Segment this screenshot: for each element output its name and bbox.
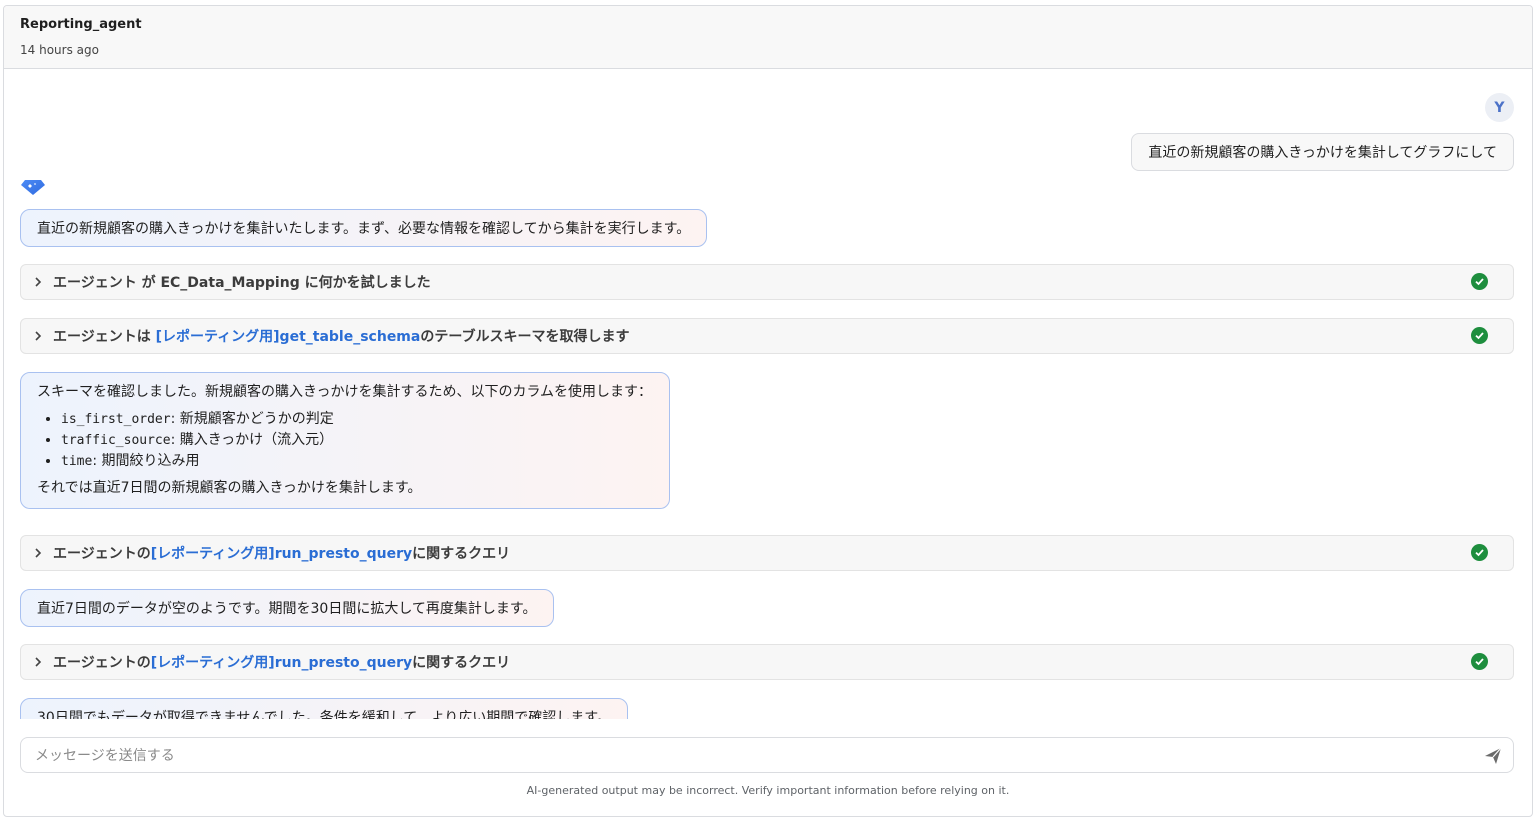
chevron-right-icon	[35, 277, 42, 287]
message-outro: それでは直近7日間の新規顧客の購入きっかけを集計します。	[37, 480, 422, 496]
check-circle-icon	[1471, 327, 1488, 344]
chat-window: Reporting_agent 14 hours ago Y 直近の新規顧客の購…	[3, 5, 1533, 817]
user-message: 直近の新規顧客の購入きっかけを集計してグラフにして	[1131, 133, 1514, 171]
tool-call-prefix: エージェントは	[53, 329, 156, 345]
tool-name-link[interactable]: [レポーティング用]run_presto_query	[151, 543, 412, 563]
message-input[interactable]	[33, 738, 1437, 774]
agent-message: 直近の新規顧客の購入きっかけを集計いたします。まず、必要な情報を確認してから集計…	[20, 209, 708, 247]
list-item: time: 期間絞り込み用	[61, 451, 653, 472]
column-code: time	[61, 454, 93, 469]
chevron-right-icon	[35, 657, 42, 667]
agent-name: Reporting_agent	[20, 17, 142, 32]
tool-call-prefix: エージェントの	[53, 546, 151, 562]
tool-call-prefix: エージェントの	[53, 655, 151, 671]
message-composer	[20, 737, 1514, 774]
check-circle-icon	[1471, 273, 1488, 290]
tool-call-suffix: のテーブルスキーマを取得します	[420, 329, 630, 345]
column-code: traffic_source	[61, 433, 171, 448]
agent-message-schema: スキーマを確認しました。新規顧客の購入きっかけを集計するため、以下のカラムを使用…	[20, 372, 670, 509]
column-desc: : 期間絞り込み用	[92, 453, 200, 469]
tool-call-get-table-schema[interactable]: エージェントは [レポーティング用]get_table_schema のテーブルス…	[20, 318, 1514, 354]
send-icon[interactable]	[1483, 746, 1503, 766]
tool-call-suffix: に関するクエリ	[412, 546, 511, 562]
tool-name-link[interactable]: [レポーティング用]run_presto_query	[151, 652, 412, 672]
gem-icon	[21, 180, 45, 195]
agent-message: 30日間でもデータが取得できませんでした。条件を緩和して、より広い期間で確認しま…	[20, 698, 628, 719]
message-list[interactable]: Y 直近の新規顧客の購入きっかけを集計してグラフにして 直近の新規顧客の購入きっ…	[4, 69, 1532, 719]
chevron-right-icon	[35, 548, 42, 558]
user-avatar: Y	[1485, 93, 1514, 122]
list-item: is_first_order: 新規顧客かどうかの判定	[61, 409, 653, 430]
tool-name-link[interactable]: [レポーティング用]get_table_schema	[156, 326, 421, 346]
ai-disclaimer: AI-generated output may be incorrect. Ve…	[526, 784, 1010, 797]
column-desc: : 購入きっかけ（流入元）	[170, 432, 334, 448]
column-list: is_first_order: 新規顧客かどうかの判定 traffic_sour…	[37, 409, 653, 472]
message-intro: スキーマを確認しました。新規顧客の購入きっかけを集計するため、以下のカラムを使用…	[37, 384, 653, 400]
chevron-right-icon	[35, 331, 42, 341]
last-updated: 14 hours ago	[20, 43, 99, 57]
column-desc: : 新規顧客かどうかの判定	[170, 411, 334, 427]
agent-message: 直近7日間のデータが空のようです。期間を30日間に拡大して再度集計します。	[20, 589, 554, 627]
tool-call-run-presto-query[interactable]: エージェントの [レポーティング用]run_presto_query に関するクエリ	[20, 535, 1514, 571]
check-circle-icon	[1471, 544, 1488, 561]
column-code: is_first_order	[61, 412, 171, 427]
tool-call-ec-data-mapping[interactable]: エージェント が EC_Data_Mapping に何かを試しました	[20, 264, 1514, 300]
chat-header: Reporting_agent 14 hours ago	[4, 6, 1532, 69]
tool-call-run-presto-query[interactable]: エージェントの [レポーティング用]run_presto_query に関するクエリ	[20, 644, 1514, 680]
tool-call-suffix: に関するクエリ	[412, 655, 511, 671]
check-circle-icon	[1471, 653, 1488, 670]
list-item: traffic_source: 購入きっかけ（流入元）	[61, 430, 653, 451]
tool-call-text: エージェント が EC_Data_Mapping に何かを試しました	[53, 275, 431, 291]
